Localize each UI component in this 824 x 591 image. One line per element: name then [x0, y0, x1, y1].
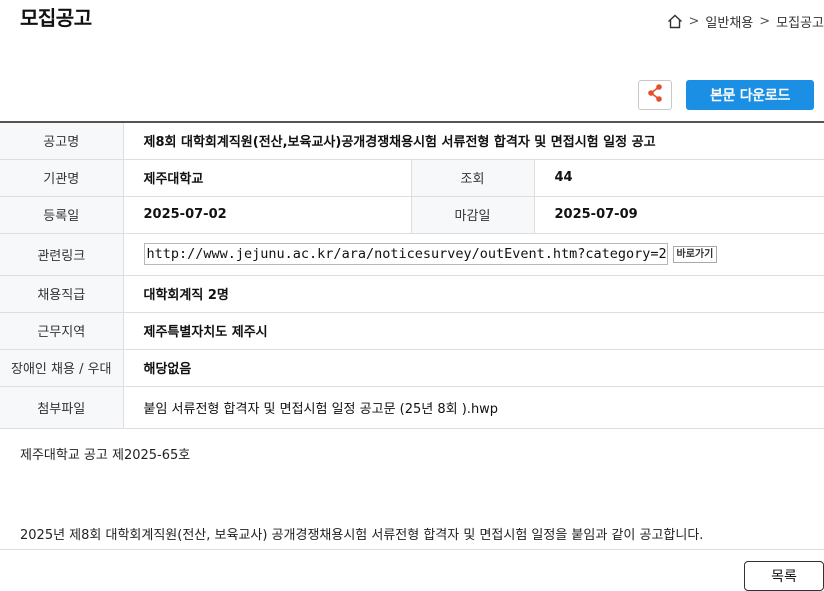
go-link-button[interactable]: 바로가기: [672, 245, 718, 263]
table-row: 관련링크 http://www.jejunu.ac.kr/ara/notices…: [0, 233, 824, 276]
table-row: 채용직급 대학회계직 2명: [0, 275, 824, 313]
list-button[interactable]: 목록: [744, 561, 824, 591]
title-value: 제8회 대학회계직원(전산,보육교사)공개경쟁채용시험 서류전형 합격자 및 면…: [123, 122, 824, 160]
notice-info-table: 공고명 제8회 대학회계직원(전산,보육교사)공개경쟁채용시험 서류전형 합격자…: [0, 121, 824, 429]
breadcrumb-item-general-recruit[interactable]: 일반채용: [705, 12, 753, 31]
divider: [0, 549, 824, 550]
table-row: 등록일 2025-07-02 마감일 2025-07-09: [0, 196, 824, 234]
table-row: 공고명 제8회 대학회계직원(전산,보육교사)공개경쟁채용시험 서류전형 합격자…: [0, 122, 824, 160]
notice-body-text: 2025년 제8회 대학회계직원(전산, 보육교사) 공개경쟁채용시험 서류전형…: [20, 528, 704, 543]
breadcrumb-separator: >: [688, 14, 700, 29]
home-icon[interactable]: [667, 14, 683, 29]
work-region-value: 제주특별자치도 제주시: [123, 312, 824, 350]
org-label: 기관명: [0, 159, 124, 197]
job-grade-value: 대학회계직 2명: [123, 275, 824, 313]
views-label: 조회: [411, 159, 535, 197]
reg-date-label: 등록일: [0, 196, 124, 234]
share-icon: [646, 83, 664, 107]
table-row: 장애인 채용 / 우대 해당없음: [0, 349, 824, 387]
table-row: 첨부파일 붙임 서류전형 합격자 및 면접시험 일정 공고문 (25년 8회 )…: [0, 386, 824, 429]
share-button[interactable]: [638, 80, 672, 110]
related-link-field[interactable]: http://www.jejunu.ac.kr/ara/noticesurvey…: [143, 243, 668, 265]
disability-label: 장애인 채용 / 우대: [0, 349, 124, 387]
deadline-label: 마감일: [411, 196, 535, 234]
views-value: 44: [534, 159, 824, 197]
breadcrumb: > 일반채용 > 모집공고: [667, 12, 824, 31]
breadcrumb-separator: >: [759, 14, 771, 29]
org-value: 제주대학교: [123, 159, 412, 197]
table-row: 기관명 제주대학교 조회 44: [0, 159, 824, 197]
link-label: 관련링크: [0, 233, 124, 276]
job-grade-label: 채용직급: [0, 275, 124, 313]
page-title: 모집공고: [20, 6, 92, 30]
disability-value: 해당없음: [123, 349, 824, 387]
breadcrumb-item-notice[interactable]: 모집공고: [776, 12, 824, 31]
download-body-button[interactable]: 본문 다운로드: [686, 80, 814, 110]
attachment-file-link[interactable]: 붙임 서류전형 합격자 및 면접시험 일정 공고문 (25년 8회 ).hwp: [123, 386, 824, 429]
attachment-label: 첨부파일: [0, 386, 124, 429]
work-region-label: 근무지역: [0, 312, 124, 350]
title-label: 공고명: [0, 122, 124, 160]
table-row: 근무지역 제주특별자치도 제주시: [0, 312, 824, 350]
deadline-value: 2025-07-09: [534, 196, 824, 234]
notice-number-text: 제주대학교 공고 제2025-65호: [20, 448, 191, 463]
reg-date-value: 2025-07-02: [123, 196, 412, 234]
